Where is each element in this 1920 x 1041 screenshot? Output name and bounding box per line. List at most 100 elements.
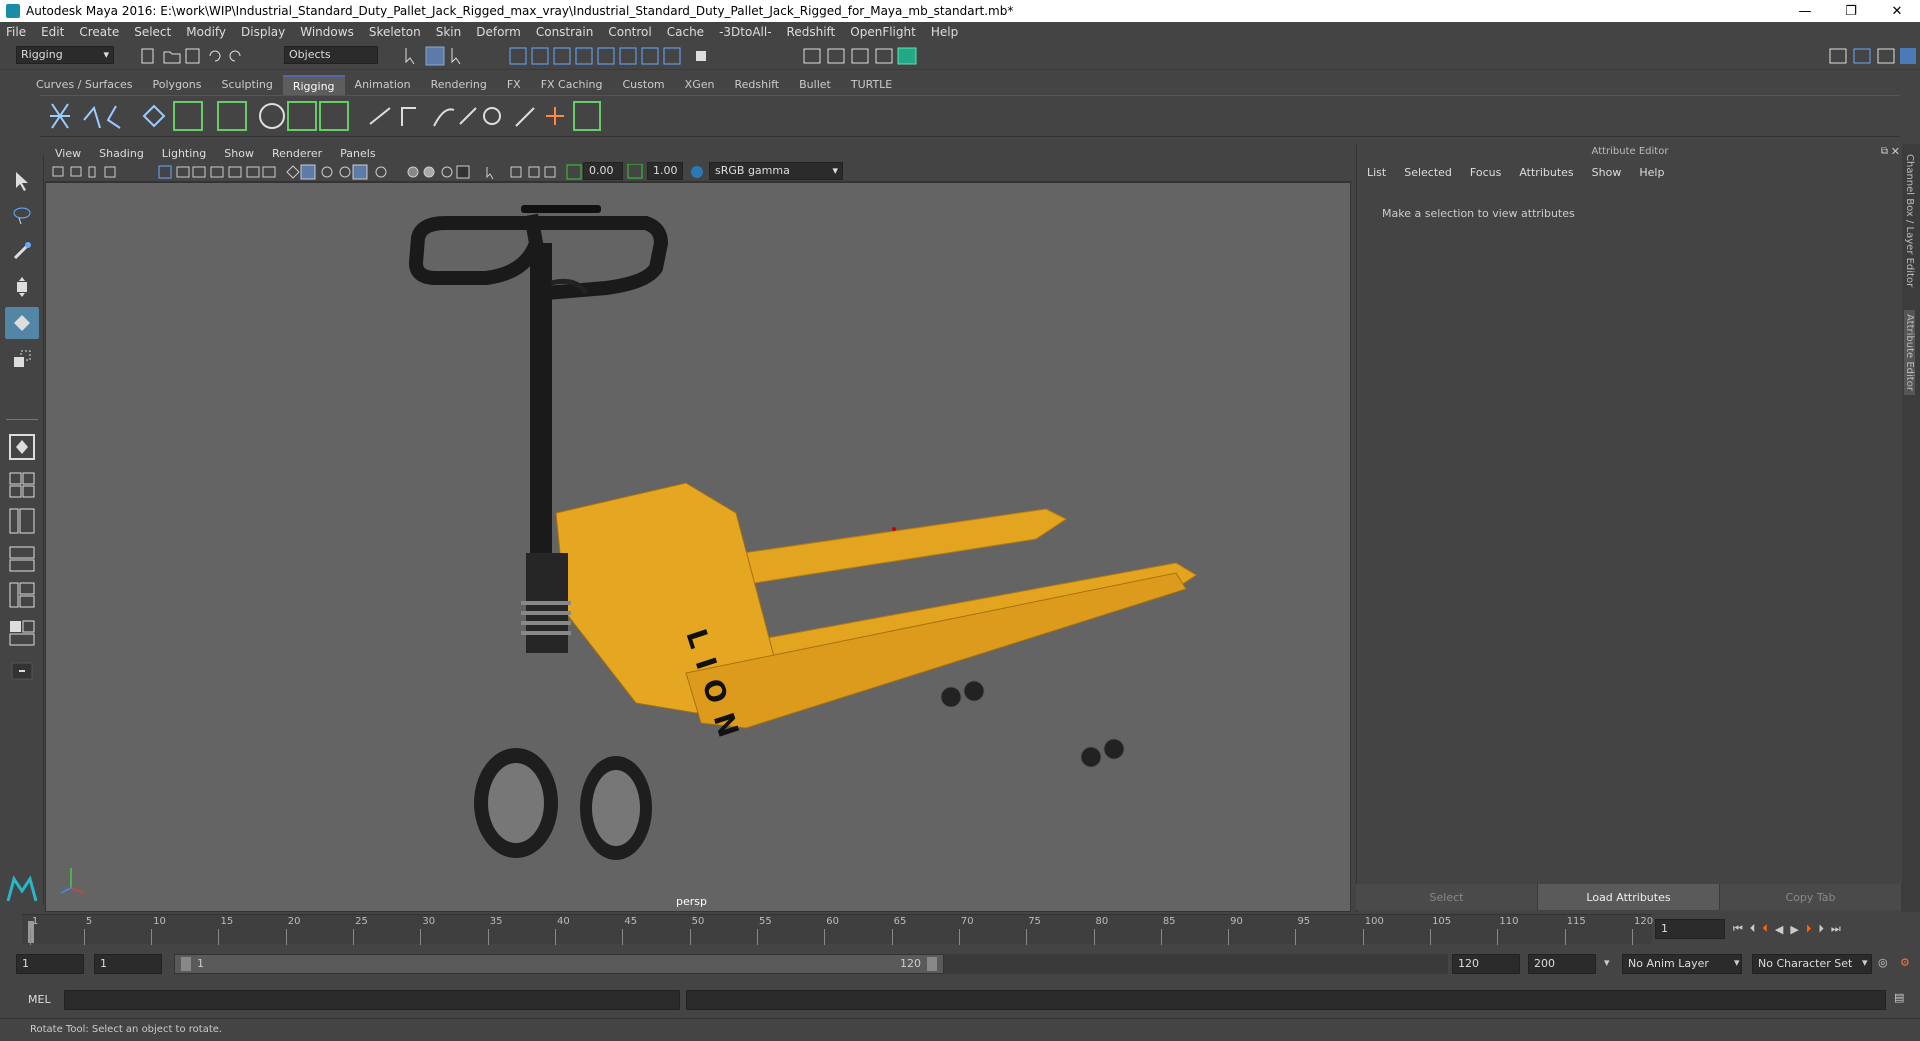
selection-mode-dropdown[interactable]: Objects (284, 46, 378, 64)
safe-action-icon[interactable] (246, 166, 260, 178)
panel-menu-show[interactable]: Show (224, 147, 254, 160)
menu-select[interactable]: Select (134, 25, 171, 39)
go-to-end-icon[interactable]: ⏭ (1831, 922, 1841, 936)
script-editor-icon[interactable]: ▤ (1894, 991, 1904, 1004)
safe-title-icon[interactable] (262, 166, 276, 178)
shelf-tab-rigging[interactable]: Rigging (282, 75, 345, 95)
menu-redshift[interactable]: Redshift (787, 25, 836, 39)
modeling-toolkit-icon[interactable] (1829, 48, 1847, 64)
xray-icon[interactable] (510, 166, 522, 178)
field-chart-icon[interactable] (228, 166, 242, 178)
shelf-tab-fx[interactable]: FX (497, 75, 531, 95)
exposure-field[interactable]: 0.00 (583, 162, 623, 180)
select-button[interactable]: Select (1356, 884, 1538, 910)
four-view-layout-button[interactable] (5, 469, 39, 501)
new-scene-icon[interactable] (141, 48, 154, 64)
menu-control[interactable]: Control (608, 25, 651, 39)
hypershade-layout-button[interactable] (5, 617, 39, 649)
range-start-handle[interactable] (181, 957, 191, 971)
channel-box-icon[interactable] (1900, 48, 1916, 64)
shelf-tab-turtle[interactable]: TURTLE (841, 75, 902, 95)
image-plane-icon[interactable] (104, 166, 116, 178)
attr-menu-attributes[interactable]: Attributes (1519, 166, 1573, 179)
menu-deform[interactable]: Deform (476, 25, 521, 39)
exposure-icon[interactable] (566, 164, 582, 180)
lock-icon[interactable] (696, 51, 706, 61)
persp-outliner-layout-button[interactable] (5, 505, 39, 537)
move-tool-button[interactable] (5, 271, 39, 303)
smooth-skin-icon[interactable] (259, 103, 285, 129)
single-perspective-layout-button[interactable] (5, 431, 39, 463)
joint-orient-icon[interactable] (173, 101, 203, 131)
undo-icon[interactable] (209, 50, 221, 62)
shelf-tab-curves-surfaces[interactable]: Curves / Surfaces (26, 75, 143, 95)
textured-icon[interactable] (339, 166, 351, 178)
range-slider[interactable]: 1 120 (174, 954, 944, 974)
animation-end-field[interactable]: 200 (1528, 954, 1596, 974)
aim-constraint-icon[interactable] (433, 108, 455, 127)
menu-openflight[interactable]: OpenFlight (850, 25, 916, 39)
scale-tool-button[interactable] (5, 343, 39, 375)
menu-edit[interactable]: Edit (41, 25, 64, 39)
panel-menu-lighting[interactable]: Lighting (162, 147, 206, 160)
ik-handle-icon[interactable] (83, 105, 101, 129)
shelf-tab-redshift[interactable]: Redshift (724, 75, 789, 95)
lattice-icon[interactable] (319, 101, 349, 131)
menu-modify[interactable]: Modify (186, 25, 226, 39)
menuset-dropdown[interactable]: Rigging ▾ (16, 46, 114, 64)
attr-menu-help[interactable]: Help (1639, 166, 1664, 179)
bind-skin-icon[interactable] (217, 101, 247, 131)
select-component-icon[interactable] (451, 48, 461, 65)
depth-of-field-icon[interactable] (456, 165, 470, 179)
panel-menu-view[interactable]: View (55, 147, 81, 160)
menu-3dtoall[interactable]: -3DtoAll- (719, 25, 771, 39)
open-scene-icon[interactable] (163, 51, 181, 64)
play-backward-icon[interactable]: ◀ (1775, 923, 1783, 936)
locator-icon[interactable] (546, 107, 564, 125)
step-forward-key-icon[interactable]: ⏵ (1818, 922, 1824, 936)
shelf-tab-xgen[interactable]: XGen (675, 75, 725, 95)
camera-select-icon[interactable] (52, 166, 64, 177)
render-icons[interactable] (803, 48, 893, 64)
maximize-button[interactable]: ❐ (1828, 0, 1874, 22)
wireframe-icon[interactable] (286, 165, 300, 179)
animation-preferences-icon[interactable]: ⚙ (1900, 956, 1910, 969)
menu-cache[interactable]: Cache (667, 25, 704, 39)
pallet-jack-model[interactable]: LION (46, 183, 1351, 912)
current-frame-field[interactable]: 1 (1655, 919, 1725, 939)
gamma-icon[interactable] (627, 164, 643, 180)
shelf-tab-fx-caching[interactable]: FX Caching (531, 75, 613, 95)
insert-joint-icon[interactable] (142, 104, 166, 128)
isolate-select-icon[interactable] (486, 167, 494, 180)
time-slider[interactable]: 1 5 10 15 20 25 30 35 40 45 50 55 60 65 70 75 80 85 90 95 10… (22, 914, 1653, 945)
wireframe-on-shaded-icon[interactable] (321, 166, 333, 178)
shelf-tab-animation[interactable]: Animation (345, 75, 421, 95)
resolution-gate-icon[interactable] (192, 166, 206, 178)
save-scene-icon[interactable] (185, 48, 200, 64)
camera-attributes-icon[interactable] (70, 166, 82, 177)
shelf-tab-polygons[interactable]: Polygons (143, 75, 212, 95)
command-input[interactable] (64, 990, 680, 1010)
shadows-icon[interactable] (375, 166, 387, 178)
step-back-key-icon[interactable]: ⏴ (1750, 922, 1756, 936)
create-joints-icon[interactable] (50, 103, 70, 129)
scale-constraint-icon[interactable] (483, 107, 501, 125)
copy-tab-button[interactable]: Copy Tab (1720, 884, 1902, 910)
use-lights-icon[interactable] (352, 164, 368, 180)
attr-menu-list[interactable]: List (1367, 166, 1386, 179)
character-set-dropdown[interactable]: No Character Set (1752, 954, 1872, 974)
more-layouts-button[interactable] (5, 655, 39, 687)
playback-end-field[interactable]: 120 (1452, 954, 1520, 974)
perspective-viewport[interactable]: LION persp (45, 182, 1351, 912)
animation-start-field[interactable]: 1 (16, 954, 84, 974)
grid-icon[interactable] (158, 165, 172, 179)
gate-mask-icon[interactable] (210, 166, 224, 178)
xray-components-icon[interactable] (544, 166, 556, 178)
pole-vector-icon[interactable] (573, 101, 601, 131)
menu-help[interactable]: Help (931, 25, 958, 39)
tool-settings-icon[interactable] (1877, 48, 1895, 64)
redo-icon[interactable] (229, 50, 241, 62)
bookmark-icon[interactable] (88, 166, 96, 178)
chevron-down-icon[interactable]: ▾ (1604, 956, 1610, 969)
select-tool-button[interactable] (5, 165, 39, 197)
